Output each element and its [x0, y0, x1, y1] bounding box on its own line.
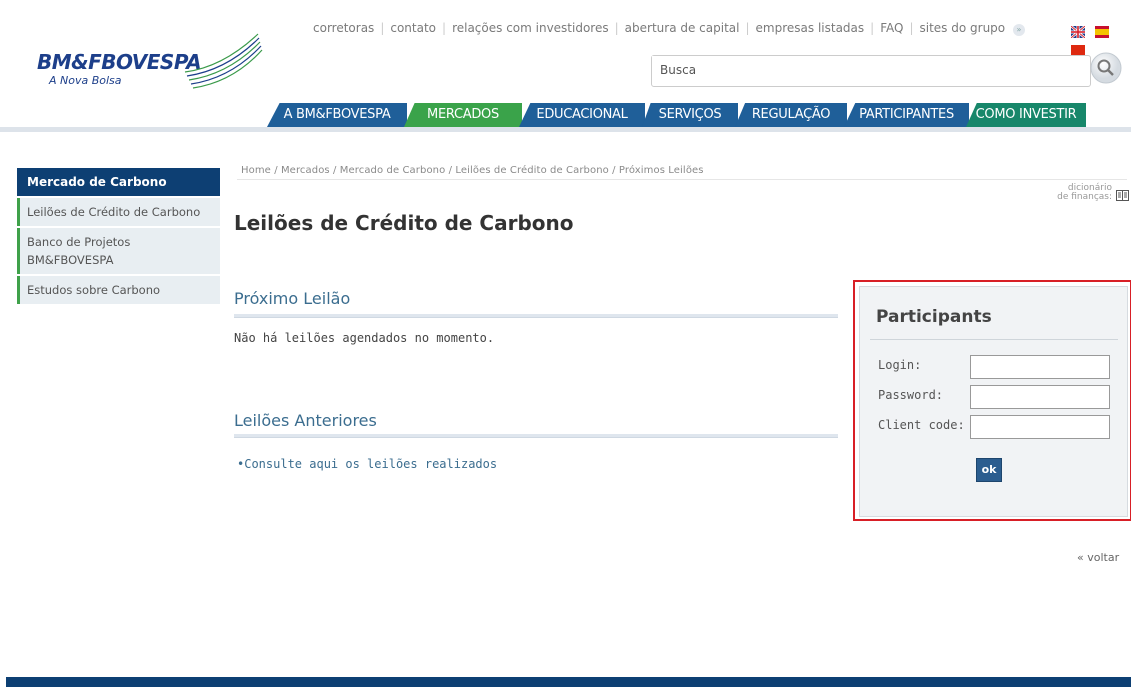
search-icon[interactable]	[1090, 52, 1122, 84]
sidebar-title: Mercado de Carbono	[17, 168, 220, 196]
search-input[interactable]	[652, 56, 1040, 84]
toplink-empresas[interactable]: empresas listadas	[756, 21, 865, 35]
next-auction-heading: Próximo Leilão	[234, 289, 351, 308]
tab-mercados[interactable]: MERCADOS	[404, 103, 522, 127]
previous-auctions-heading: Leilões Anteriores	[234, 411, 377, 430]
login-input[interactable]	[970, 355, 1110, 379]
panel-divider	[870, 339, 1118, 340]
sidebar-item-leiloes[interactable]: Leilões de Crédito de Carbono	[17, 198, 220, 226]
panel-title: Participants	[876, 307, 992, 327]
top-links: corretoras | contato | relações com investid…	[313, 21, 1025, 36]
logo-tagline: A Nova Bolsa	[49, 74, 122, 87]
spain-flag-icon[interactable]	[1095, 25, 1110, 38]
page-title: Leilões de Crédito de Carbono	[234, 211, 574, 235]
section-divider	[234, 314, 838, 318]
toplink-corretoras[interactable]: corretoras	[313, 21, 374, 35]
breadcrumb-divider	[237, 179, 1127, 180]
logo-swoosh-icon	[184, 33, 263, 89]
toplink-ri[interactable]: relações com investidores	[452, 21, 609, 35]
tab-servicos[interactable]: SERVIÇOS	[642, 103, 738, 127]
sidebar-item-banco-projetos[interactable]: Banco de Projetos BM&FBOVESPA	[17, 228, 220, 274]
chevron-down-icon[interactable]: »	[1012, 24, 1025, 36]
site-header: BM&FBOVESPA A Nova Bolsa corretoras | cont…	[0, 0, 1131, 132]
previous-auctions-link[interactable]: •Consulte aqui os leilões realizados	[237, 457, 497, 471]
uk-flag-icon[interactable]	[1071, 25, 1085, 38]
logo-brand: BM&FBOVESPA	[37, 50, 202, 74]
sidebar: Mercado de Carbono Leilões de Crédito de…	[17, 168, 220, 304]
toplink-contato[interactable]: contato	[390, 21, 436, 35]
dictionary-line2: de finanças:	[1057, 192, 1112, 202]
footer-bar	[6, 677, 1131, 687]
toplink-faq[interactable]: FAQ	[880, 21, 903, 35]
tab-bmfbovespa[interactable]: A BM&FBOVESPA	[267, 103, 407, 127]
tab-como-investir[interactable]: COMO INVESTIR	[966, 103, 1086, 127]
nav-underline	[0, 127, 1131, 132]
client-code-label: Client code:	[878, 418, 965, 432]
section-divider	[234, 434, 838, 438]
ok-button[interactable]: ok	[976, 458, 1002, 482]
login-label: Login:	[878, 358, 922, 372]
password-label: Password:	[878, 388, 944, 402]
search-box	[651, 55, 1091, 87]
password-input[interactable]	[970, 385, 1110, 409]
tab-regulacao[interactable]: REGULAÇÃO	[735, 103, 847, 127]
tab-participantes[interactable]: PARTICIPANTES	[844, 103, 969, 127]
breadcrumb[interactable]: Home / Mercados / Mercado de Carbono / L…	[241, 165, 704, 176]
tab-educacional[interactable]: EDUCACIONAL	[519, 103, 645, 127]
dictionary-link[interactable]: dicionário de finanças:	[1050, 184, 1112, 202]
site-logo[interactable]: BM&FBOVESPA A Nova Bolsa	[37, 50, 202, 87]
toplink-abertura[interactable]: abertura de capital	[625, 21, 740, 35]
no-auctions-text: Não há leilões agendados no momento.	[234, 331, 495, 345]
back-link[interactable]: « voltar	[1077, 551, 1119, 564]
toplink-sites[interactable]: sites do grupo	[920, 21, 1006, 35]
participants-panel-body: Participants Login: Password: Client cod…	[859, 286, 1128, 517]
sidebar-item-estudos[interactable]: Estudos sobre Carbono	[17, 276, 220, 304]
book-icon[interactable]	[1116, 190, 1129, 201]
client-code-input[interactable]	[970, 415, 1110, 439]
participants-login-panel: Participants Login: Password: Client cod…	[853, 280, 1131, 521]
